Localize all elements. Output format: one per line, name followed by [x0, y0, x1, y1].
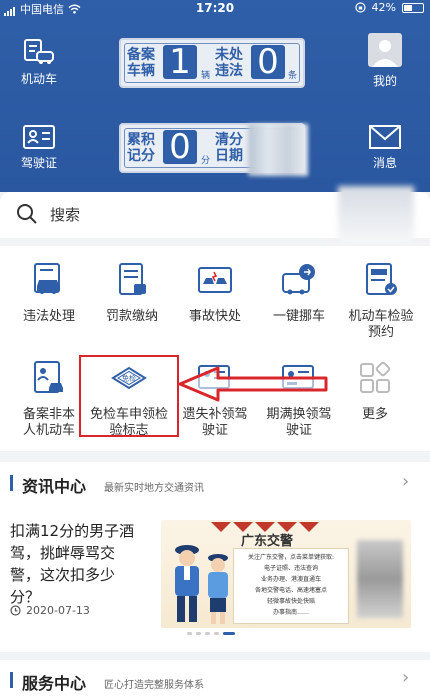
violation-unit: 条 — [288, 71, 298, 81]
orientation-lock-icon — [354, 2, 366, 13]
pointer-arrow — [178, 366, 328, 402]
register-vehicle-icon — [34, 361, 63, 393]
vehicle-unit: 辆 — [201, 71, 211, 81]
news-section: 资讯中心 最新实时地方交通资讯 › 扣满12分的男子酒驾，挑衅辱骂交警，这次扣多… — [0, 462, 430, 652]
policewoman-illustration — [208, 554, 228, 624]
car-violation-icon — [34, 263, 60, 294]
mail-icon — [369, 125, 401, 149]
search-input[interactable]: 搜索 — [50, 204, 80, 225]
service-label: 一键挪车 — [272, 309, 325, 324]
service-label: 备案非本人机动车 — [22, 407, 75, 438]
banner-line: 各地交警电话、高速堵塞点 — [254, 587, 327, 594]
search-icon — [17, 204, 37, 224]
car-document-icon — [24, 39, 54, 64]
message-button[interactable]: 消息 — [355, 124, 415, 171]
service-label: 罚款缴纳 — [105, 309, 158, 324]
news-section-subtitle: 最新实时地方交通资讯 — [104, 483, 204, 494]
news-date-text: 2020-07-13 — [26, 604, 90, 617]
chevron-right-icon[interactable]: › — [402, 667, 409, 688]
banner-line: 电子证照、违法查询 — [263, 565, 318, 572]
vehicle-stats-plate[interactable]: 备案 车辆 1 辆 未处 违法 0 条 — [119, 38, 305, 88]
service-center-section: 服务中心 匠心打造完整服务体系 › — [0, 660, 430, 700]
redacted-area — [338, 186, 414, 244]
service-more[interactable]: 更多 — [332, 358, 418, 423]
section-marker — [10, 672, 13, 688]
service-label: 机动车检验预约 — [348, 309, 414, 340]
service-move-car[interactable]: 一键挪车 — [256, 260, 342, 325]
banner-info-box: 关注广东交警，点击菜单键获取: 电子证照、违法查询 业务办理、港澳直通车 各地交… — [233, 548, 349, 624]
section-marker — [10, 475, 13, 491]
message-label: 消息 — [372, 156, 397, 170]
license-button[interactable]: 驾驶证 — [9, 124, 69, 171]
vehicle-label: 机动车 — [20, 72, 57, 86]
service-label: 期满换领驾驶证 — [266, 407, 332, 438]
service-grid: 违法处理 罚款缴纳 事故快处 一键挪车 机动车检验预约 备案非本人机动车 免检 … — [0, 246, 430, 451]
banner-line: 关注广东交警，点击菜单键获取: — [247, 554, 335, 561]
service-label: 更多 — [361, 407, 388, 422]
unprocessed-violations-count: 0 — [251, 45, 285, 79]
news-date: 2020-07-13 — [10, 604, 90, 617]
vehicle-button[interactable]: 机动车 — [9, 38, 69, 87]
service-label: 事故快处 — [188, 309, 241, 324]
carousel-indicator[interactable] — [187, 632, 235, 635]
police-officer-illustration — [175, 545, 199, 622]
move-car-icon — [282, 264, 315, 295]
plate-label-text: 未处 — [215, 47, 243, 63]
accumulated-points-count: 0 — [163, 130, 197, 164]
plate-label-text: 车辆 — [127, 63, 155, 79]
points-unit: 分 — [201, 156, 211, 166]
inspection-booking-icon — [366, 263, 397, 295]
service-inspection-booking[interactable]: 机动车检验预约 — [338, 260, 424, 341]
banner-line: 轻微事故快处快赔 — [266, 598, 315, 605]
id-card-icon — [23, 125, 55, 149]
service-fine-payment[interactable]: 罚款缴纳 — [89, 260, 175, 325]
plate-label-text: 记分 — [127, 148, 155, 164]
banner-line: 业务办理、港澳直通车 — [260, 576, 321, 583]
plate-label-text: 违法 — [215, 63, 243, 79]
banner-title: 广东交警 — [241, 534, 294, 549]
receipt-icon — [119, 263, 146, 295]
banner-line: 办事指南…… — [272, 609, 309, 616]
highlight-box — [79, 355, 179, 437]
service-label: 违法处理 — [22, 309, 75, 324]
plate-label-text: 备案 — [127, 47, 155, 63]
news-section-title: 资讯中心 — [22, 477, 87, 496]
battery-percent: 42% — [371, 1, 396, 14]
battery-icon — [402, 2, 424, 13]
more-grid-icon — [360, 361, 391, 393]
license-label: 驾驶证 — [20, 156, 57, 170]
avatar — [368, 33, 402, 67]
clear-date-redacted — [248, 124, 308, 176]
service-violation-handling[interactable]: 违法处理 — [6, 260, 92, 325]
plate-label-text: 累积 — [127, 132, 155, 148]
news-banner[interactable]: 广东交警 关注广东交警，点击菜单键获取: 电子证照、违法查询 业务办理、港澳直通… — [161, 520, 411, 628]
banner-redacted-qr — [357, 540, 403, 618]
news-article-title[interactable]: 扣满12分的男子酒驾，挑衅辱骂交警，这次扣多少分？ — [10, 520, 138, 608]
plate-label-text: 日期 — [215, 148, 243, 164]
plate-label-text: 清分 — [215, 132, 243, 148]
service-center-title: 服务中心 — [22, 674, 87, 693]
service-center-subtitle: 匠心打造完整服务体系 — [104, 680, 204, 691]
service-label: 遗失补领驾驶证 — [182, 407, 248, 438]
header: 中国电信 17:20 42% 机动车 驾驶证 备案 车辆 1 辆 未处 违法 0 条… — [0, 0, 430, 192]
registered-vehicles-count: 1 — [163, 45, 197, 79]
chevron-right-icon[interactable]: › — [402, 471, 409, 492]
clock-icon — [10, 605, 21, 616]
profile-label: 我的 — [372, 74, 397, 88]
status-bar: 中国电信 17:20 42% — [0, 0, 430, 16]
service-accident-quick[interactable]: 事故快处 — [172, 260, 258, 325]
accident-icon — [198, 267, 232, 293]
